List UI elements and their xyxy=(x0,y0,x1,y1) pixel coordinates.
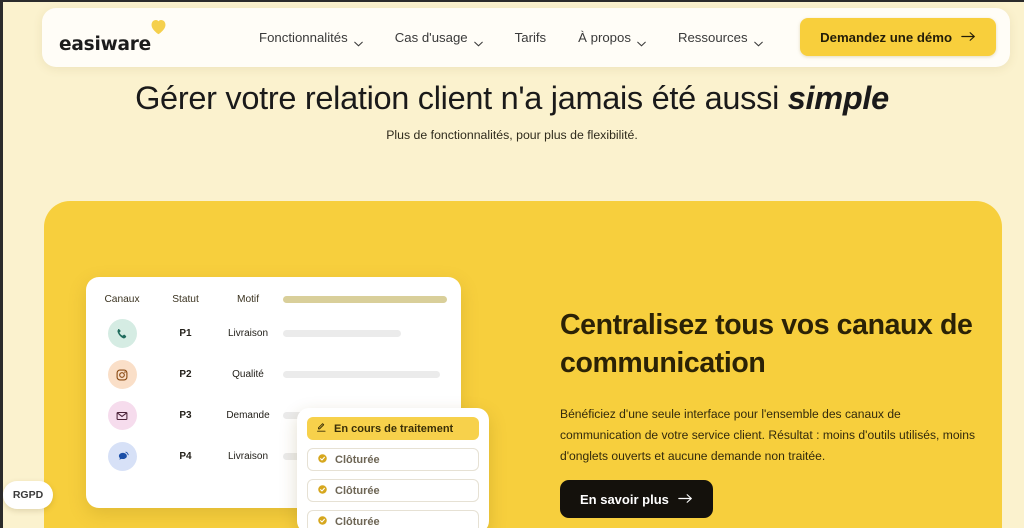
feature-body: Bénéficiez d'une seule interface pour l'… xyxy=(560,407,976,463)
rgpd-cookie-badge[interactable]: RGPD xyxy=(3,481,53,509)
chevron-down-icon xyxy=(637,35,646,47)
status-item-cloturee[interactable]: Clôturée xyxy=(307,510,479,528)
channel-cell xyxy=(86,319,158,348)
row-placeholder-bar xyxy=(283,330,461,337)
status-list-card: En cours de traitement Clôturée Clôturée xyxy=(297,408,489,528)
window-edge-left xyxy=(0,0,3,528)
motif-cell: Qualité xyxy=(232,369,264,380)
feature-title: Centralisez tous vos canaux de communica… xyxy=(560,309,973,379)
channel-cell xyxy=(86,442,158,471)
nav-label: Ressources xyxy=(677,30,748,45)
hero-title: Gérer votre relation client n'a jamais é… xyxy=(0,80,1024,117)
nav-label: À propos xyxy=(578,30,631,45)
check-circle-icon xyxy=(317,515,328,528)
status-item-cloturee[interactable]: Clôturée xyxy=(307,448,479,471)
statut-cell: P4 xyxy=(179,451,192,462)
motif-cell: Livraison xyxy=(227,328,269,339)
chevron-down-icon xyxy=(353,35,363,47)
status-label: Clôturée xyxy=(335,453,380,466)
edit-icon xyxy=(316,422,327,436)
status-label: Clôturée xyxy=(335,484,380,497)
chevron-down-icon xyxy=(753,35,763,47)
statut-cell: P3 xyxy=(179,410,192,421)
column-header-statut: Statut xyxy=(172,294,199,305)
check-circle-icon xyxy=(317,484,328,498)
column-header-motif: Motif xyxy=(236,294,260,305)
window-edge-top xyxy=(0,0,1024,2)
channel-cell xyxy=(86,360,158,389)
table-row[interactable]: P1 Livraison xyxy=(86,313,461,354)
site-header: easiware Fonctionnalités Cas d'usage Tar… xyxy=(42,8,1010,67)
column-header-canaux: Canaux xyxy=(104,294,140,305)
nav-item-tarifs[interactable]: Tarifs xyxy=(499,24,563,51)
nav-item-ressources[interactable]: Ressources xyxy=(662,24,779,51)
chat-icon xyxy=(107,442,137,471)
nav-label: Cas d'usage xyxy=(394,30,468,45)
nav-item-cas-d-usage[interactable]: Cas d'usage xyxy=(379,24,499,51)
status-label: Clôturée xyxy=(335,515,380,528)
learn-more-label: En savoir plus xyxy=(580,491,669,507)
status-item-cloturee[interactable]: Clôturée xyxy=(307,479,479,502)
learn-more-button[interactable]: En savoir plus xyxy=(560,480,713,518)
main-navigation: Fonctionnalités Cas d'usage Tarifs À pro… xyxy=(243,24,779,51)
nav-item-fonctionnalites[interactable]: Fonctionnalités xyxy=(243,24,379,51)
table-row[interactable]: P2 Qualité xyxy=(86,354,461,395)
table-header-row: Canaux Statut Motif xyxy=(86,277,461,305)
nav-item-a-propos[interactable]: À propos xyxy=(562,24,662,51)
request-demo-label: Demandez une démo xyxy=(820,29,952,45)
instagram-icon xyxy=(107,360,137,389)
page-canvas: easiware Fonctionnalités Cas d'usage Tar… xyxy=(0,0,1024,528)
nav-label: Tarifs xyxy=(514,30,547,45)
arrow-right-icon xyxy=(678,492,693,507)
hero-title-prefix: Gérer votre relation client n'a jamais é… xyxy=(135,80,788,116)
arrow-right-icon xyxy=(961,30,976,45)
logo-text: easiware xyxy=(59,33,152,55)
motif-cell: Livraison xyxy=(227,451,269,462)
heart-icon xyxy=(149,18,168,35)
rgpd-label: RGPD xyxy=(12,489,44,501)
hero-title-emphasis: simple xyxy=(787,80,889,116)
motif-cell: Demande xyxy=(226,410,270,421)
hero-subtitle: Plus de fonctionnalités, pour plus de fl… xyxy=(386,128,638,142)
logo[interactable]: easiware xyxy=(59,19,166,55)
chevron-down-icon xyxy=(473,35,483,47)
mail-icon xyxy=(107,401,137,430)
header-placeholder-bar xyxy=(283,296,461,303)
statut-cell: P1 xyxy=(179,328,192,339)
status-label: En cours de traitement xyxy=(334,422,454,435)
statut-cell: P2 xyxy=(179,369,192,380)
request-demo-button[interactable]: Demandez une démo xyxy=(800,18,996,56)
channel-cell xyxy=(86,401,158,430)
nav-label: Fonctionnalités xyxy=(259,30,348,45)
status-item-en-cours[interactable]: En cours de traitement xyxy=(307,417,479,440)
check-circle-icon xyxy=(317,453,328,467)
row-placeholder-bar xyxy=(283,371,461,378)
phone-icon xyxy=(107,319,137,348)
